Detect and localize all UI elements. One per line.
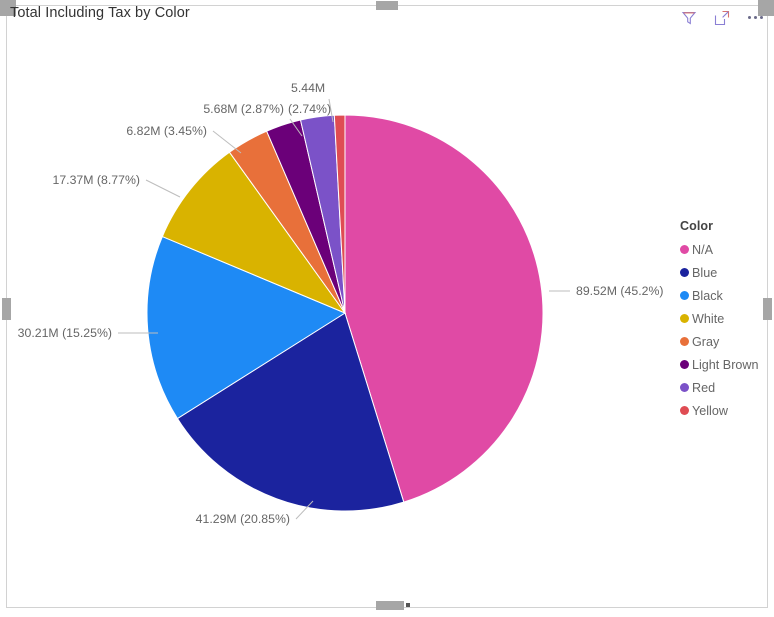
legend-item-label: N/A xyxy=(692,242,713,257)
resize-handle-top-center[interactable] xyxy=(376,1,398,10)
data-label-light-brown: 5.68M (2.87%) xyxy=(203,102,284,116)
legend-item-yellow[interactable]: Yellow xyxy=(680,399,759,422)
legend-item-label: Red xyxy=(692,380,716,395)
data-label-na: 89.52M (45.2%) xyxy=(576,284,664,298)
data-label-red-value: 5.44M xyxy=(291,81,325,95)
pie-slices-group[interactable] xyxy=(146,114,544,512)
legend-item-n-a[interactable]: N/A xyxy=(680,238,759,261)
legend-item-label: Gray xyxy=(692,334,720,349)
data-label-red-percent: (2.74%) xyxy=(288,102,331,116)
legend-swatch-icon xyxy=(680,383,689,392)
legend-swatch-icon xyxy=(680,406,689,415)
page-title: Total Including Tax by Color xyxy=(10,5,190,21)
legend-swatch-icon xyxy=(680,314,689,323)
legend-swatch-icon xyxy=(680,291,689,300)
pie-chart-canvas[interactable]: 89.52M (45.2%) 41.29M (20.85%) 30.21M (1… xyxy=(0,22,774,582)
legend-items-list[interactable]: N/A Blue Black White Gray Light Brown Red Yello… xyxy=(680,238,759,422)
legend-item-label: Yellow xyxy=(692,403,728,418)
legend[interactable]: Color N/A Blue Black White Gray Light Brown Re… xyxy=(680,219,759,422)
legend-item-gray[interactable]: Gray xyxy=(680,330,759,353)
legend-swatch-icon xyxy=(680,245,689,254)
more-options-icon[interactable] xyxy=(746,16,764,19)
data-label-black: 30.21M (15.25%) xyxy=(18,326,112,340)
legend-item-black[interactable]: Black xyxy=(680,284,759,307)
legend-swatch-icon xyxy=(680,360,689,369)
leader-line-gray xyxy=(212,130,242,154)
resize-handle-bottom-dot[interactable] xyxy=(406,603,410,607)
resize-handle-bottom-center[interactable] xyxy=(376,601,404,610)
pie-chart-visual[interactable]: Total Including Tax by Color 89.52M (45.… xyxy=(0,0,774,617)
legend-swatch-icon xyxy=(680,337,689,346)
legend-item-light-brown[interactable]: Light Brown xyxy=(680,353,759,376)
legend-title: Color xyxy=(680,219,714,233)
legend-item-label: Blue xyxy=(692,265,718,280)
data-label-gray: 6.82M (3.45%) xyxy=(126,124,207,138)
legend-item-red[interactable]: Red xyxy=(680,376,759,399)
legend-item-label: White xyxy=(692,311,725,326)
legend-item-white[interactable]: White xyxy=(680,307,759,330)
legend-swatch-icon xyxy=(680,268,689,277)
data-label-blue: 41.29M (20.85%) xyxy=(196,512,290,526)
data-label-white: 17.37M (8.77%) xyxy=(53,173,141,187)
legend-item-label: Light Brown xyxy=(692,357,759,372)
legend-item-blue[interactable]: Blue xyxy=(680,261,759,284)
legend-item-label: Black xyxy=(692,288,723,303)
leader-line-white xyxy=(145,179,181,198)
